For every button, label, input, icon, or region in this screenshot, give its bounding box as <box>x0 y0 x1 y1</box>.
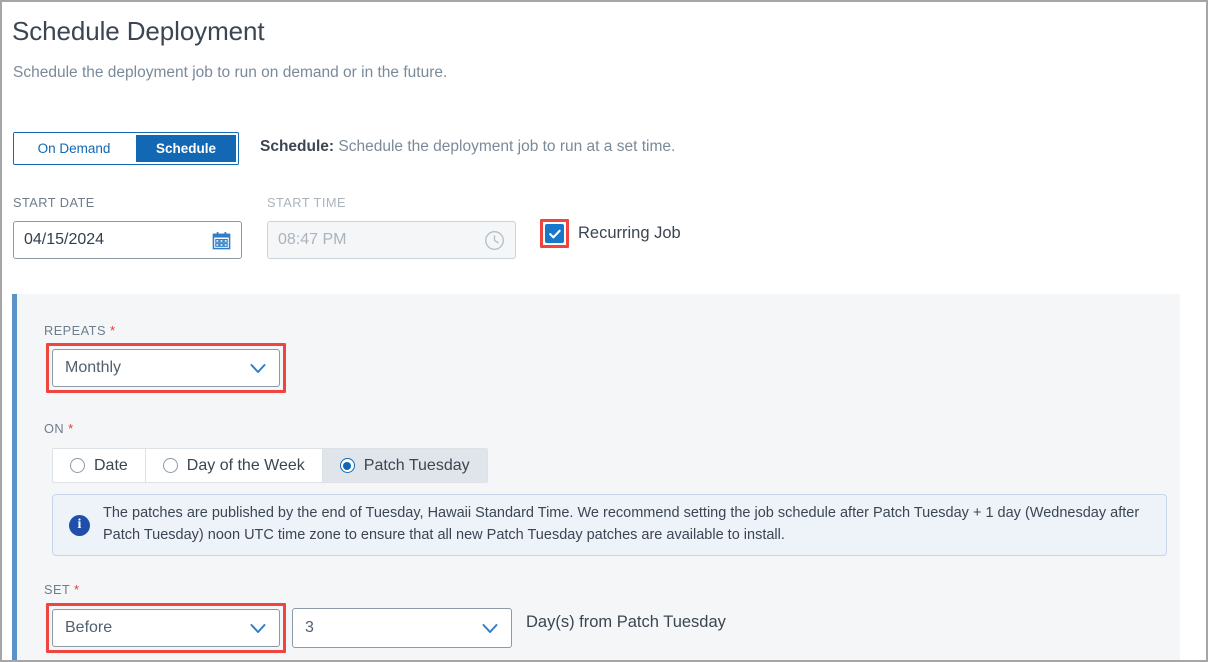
page-subtitle: Schedule the deployment job to run on de… <box>13 64 448 81</box>
info-icon: i <box>69 514 90 536</box>
patch-tuesday-info-text: The patches are published by the end of … <box>103 505 1140 543</box>
start-date-value: 04/15/2024 <box>24 231 105 248</box>
schedule-mode-toggle[interactable]: On Demand Schedule <box>13 132 239 165</box>
on-radio-group[interactable]: Date Day of the Week Patch Tuesday <box>52 448 488 483</box>
recurring-job-checkbox[interactable] <box>545 224 564 243</box>
start-date-label: START DATE <box>13 195 95 210</box>
set-relation-select-highlight: Before <box>46 603 286 653</box>
calendar-icon[interactable] <box>212 231 231 250</box>
radio-option-day-of-the-week[interactable]: Day of the Week <box>145 449 323 482</box>
set-label-text: SET <box>44 582 71 597</box>
radio-icon-patch-tuesday[interactable] <box>339 458 355 473</box>
clock-icon <box>484 230 505 251</box>
radio-option-patch-tuesday[interactable]: Patch Tuesday <box>322 449 487 482</box>
set-relation-select[interactable]: Before <box>52 609 280 647</box>
schedule-mode-description-text: Schedule the deployment job to run at a … <box>338 138 676 155</box>
set-relation-select-value: Before <box>65 619 113 636</box>
start-time-label: START TIME <box>267 195 346 210</box>
recurring-job-label: Recurring Job <box>578 224 681 242</box>
recurring-job-field[interactable]: Recurring Job <box>540 219 681 248</box>
on-label-text: ON <box>44 421 65 436</box>
set-days-select-value: 3 <box>305 619 314 636</box>
radio-icon-date[interactable] <box>70 458 85 473</box>
schedule-mode-description: Schedule: Schedule the deployment job to… <box>260 138 675 156</box>
patch-tuesday-info-banner: i The patches are published by the end o… <box>52 494 1167 556</box>
on-label: ON * <box>44 421 74 436</box>
start-date-input[interactable]: 04/15/2024 <box>13 221 242 259</box>
repeats-label-text: REPEATS <box>44 323 106 338</box>
radio-label-day-of-the-week: Day of the Week <box>186 456 305 474</box>
repeats-select-value: Monthly <box>65 359 122 376</box>
radio-icon-day-of-the-week[interactable] <box>162 458 178 473</box>
schedule-mode-description-prefix: Schedule: <box>260 138 335 155</box>
recurring-job-highlight <box>540 219 569 248</box>
radio-label-date: Date <box>94 456 128 474</box>
set-required-marker: * <box>74 582 80 597</box>
repeats-select-highlight: Monthly <box>46 343 286 393</box>
set-days-select[interactable]: 3 <box>292 608 512 648</box>
chevron-down-icon[interactable] <box>479 617 501 639</box>
radio-label-patch-tuesday: Patch Tuesday <box>363 456 470 474</box>
on-required-marker: * <box>68 421 74 436</box>
page-title: Schedule Deployment <box>12 16 265 46</box>
set-days-suffix-label: Day(s) from Patch Tuesday <box>526 613 726 631</box>
start-time-value: 08:47 PM <box>278 231 347 248</box>
schedule-deployment-window: Schedule Deployment Schedule the deploym… <box>0 0 1208 662</box>
chevron-down-icon[interactable] <box>247 357 269 379</box>
tab-schedule[interactable]: Schedule <box>134 133 238 164</box>
radio-option-date[interactable]: Date <box>53 449 146 482</box>
start-time-input: 08:47 PM <box>267 221 516 259</box>
repeats-select[interactable]: Monthly <box>52 349 280 387</box>
repeats-required-marker: * <box>109 323 116 338</box>
repeats-label: REPEATS * <box>44 323 115 338</box>
tab-on-demand[interactable]: On Demand <box>14 133 134 164</box>
chevron-down-icon[interactable] <box>247 617 269 639</box>
set-label: SET * <box>44 582 80 597</box>
